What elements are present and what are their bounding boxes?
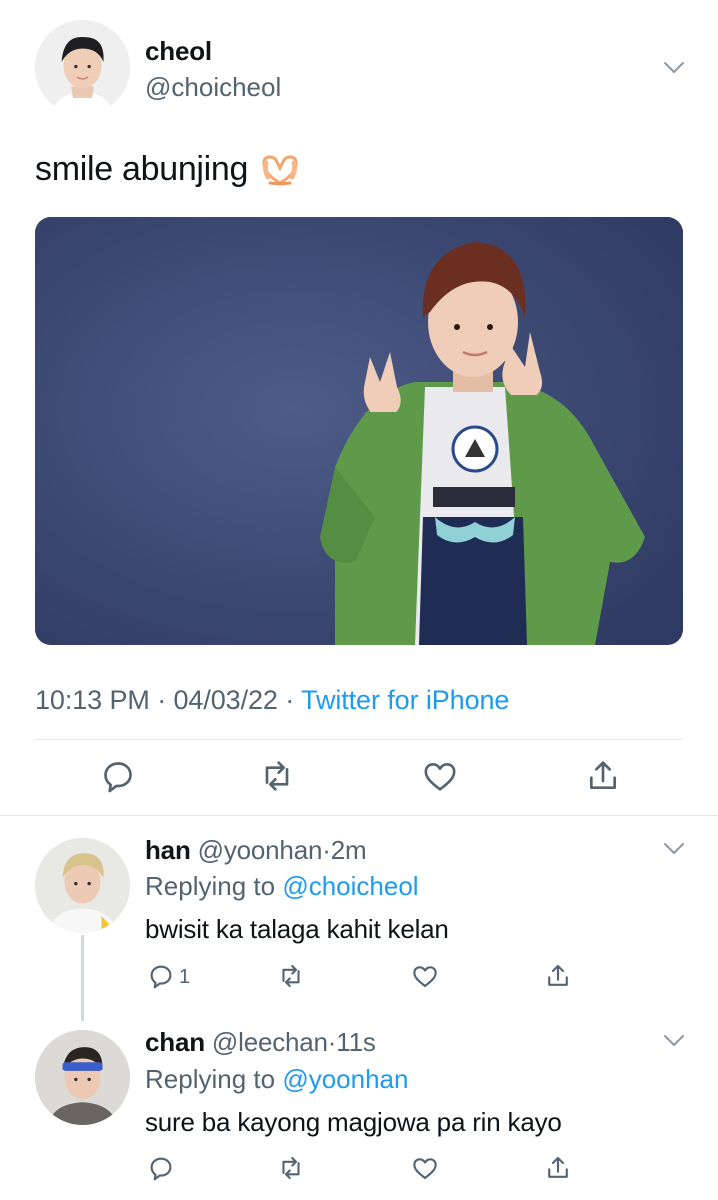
author-name[interactable]: cheol bbox=[145, 36, 212, 67]
retweet-icon[interactable] bbox=[276, 961, 306, 991]
reply-count: 1 bbox=[179, 966, 191, 988]
reply-icon[interactable] bbox=[98, 756, 138, 796]
retweet-icon[interactable] bbox=[257, 756, 297, 796]
heart-hands-icon bbox=[260, 153, 300, 187]
reply-author-handle[interactable]: @yoonhan bbox=[198, 835, 323, 865]
reply-text: bwisit ka talaga kahit kelan bbox=[145, 914, 449, 944]
retweet-icon[interactable] bbox=[276, 1153, 306, 1183]
replying-to: Replying to @yoonhan bbox=[145, 1064, 408, 1095]
meta-separator: · bbox=[157, 685, 167, 715]
replying-label: Replying to bbox=[145, 871, 276, 901]
author-avatar[interactable] bbox=[35, 20, 130, 115]
reply-icon[interactable] bbox=[146, 1153, 176, 1183]
chevron-down-icon[interactable] bbox=[663, 61, 685, 75]
chevron-down-icon[interactable] bbox=[663, 1034, 685, 1048]
tweet-photo[interactable] bbox=[35, 217, 683, 645]
tweet-source-link[interactable]: Twitter for iPhone bbox=[301, 685, 509, 715]
meta-separator: · bbox=[327, 1027, 337, 1057]
tweet-text: smile abunjing bbox=[35, 150, 249, 188]
divider bbox=[0, 815, 718, 816]
tweet-date: 04/03/22 bbox=[173, 685, 278, 715]
author-handle[interactable]: @choicheol bbox=[145, 72, 281, 103]
meta-separator: · bbox=[285, 685, 295, 715]
reply-text: sure ba kayong magjowa pa rin kayo bbox=[145, 1107, 562, 1137]
share-icon[interactable] bbox=[543, 1153, 573, 1183]
reply-author-name[interactable]: han bbox=[145, 835, 191, 865]
replying-to: Replying to @choicheol bbox=[145, 871, 419, 902]
reply-icon[interactable] bbox=[146, 961, 176, 991]
replying-to-link[interactable]: @choicheol bbox=[282, 871, 418, 901]
thread-line bbox=[81, 935, 84, 1021]
replying-to-link[interactable]: @yoonhan bbox=[282, 1064, 408, 1094]
tweet-text-row: smile abunjing bbox=[35, 150, 300, 189]
reply-author-handle[interactable]: @leechan bbox=[212, 1027, 328, 1057]
reply-time: 11s bbox=[336, 1027, 376, 1057]
tweet-time: 10:13 PM bbox=[35, 685, 150, 715]
like-icon[interactable] bbox=[420, 756, 460, 796]
like-icon[interactable] bbox=[410, 961, 440, 991]
tweet-meta: 10:13 PM · 04/03/22 · Twitter for iPhone bbox=[35, 685, 509, 716]
share-icon[interactable] bbox=[543, 961, 573, 991]
like-icon[interactable] bbox=[410, 1153, 440, 1183]
reply-author-name[interactable]: chan bbox=[145, 1027, 205, 1057]
reply-avatar[interactable] bbox=[35, 838, 130, 933]
reply-avatar[interactable] bbox=[35, 1030, 130, 1125]
divider bbox=[35, 739, 683, 740]
share-icon[interactable] bbox=[583, 756, 623, 796]
chevron-down-icon[interactable] bbox=[663, 842, 685, 856]
reply-header: chan @leechan·11s bbox=[145, 1027, 376, 1058]
reply-time: 2m bbox=[330, 835, 367, 865]
meta-separator: · bbox=[322, 835, 331, 865]
reply-header: han @yoonhan·2m bbox=[145, 835, 367, 866]
replying-label: Replying to bbox=[145, 1064, 276, 1094]
